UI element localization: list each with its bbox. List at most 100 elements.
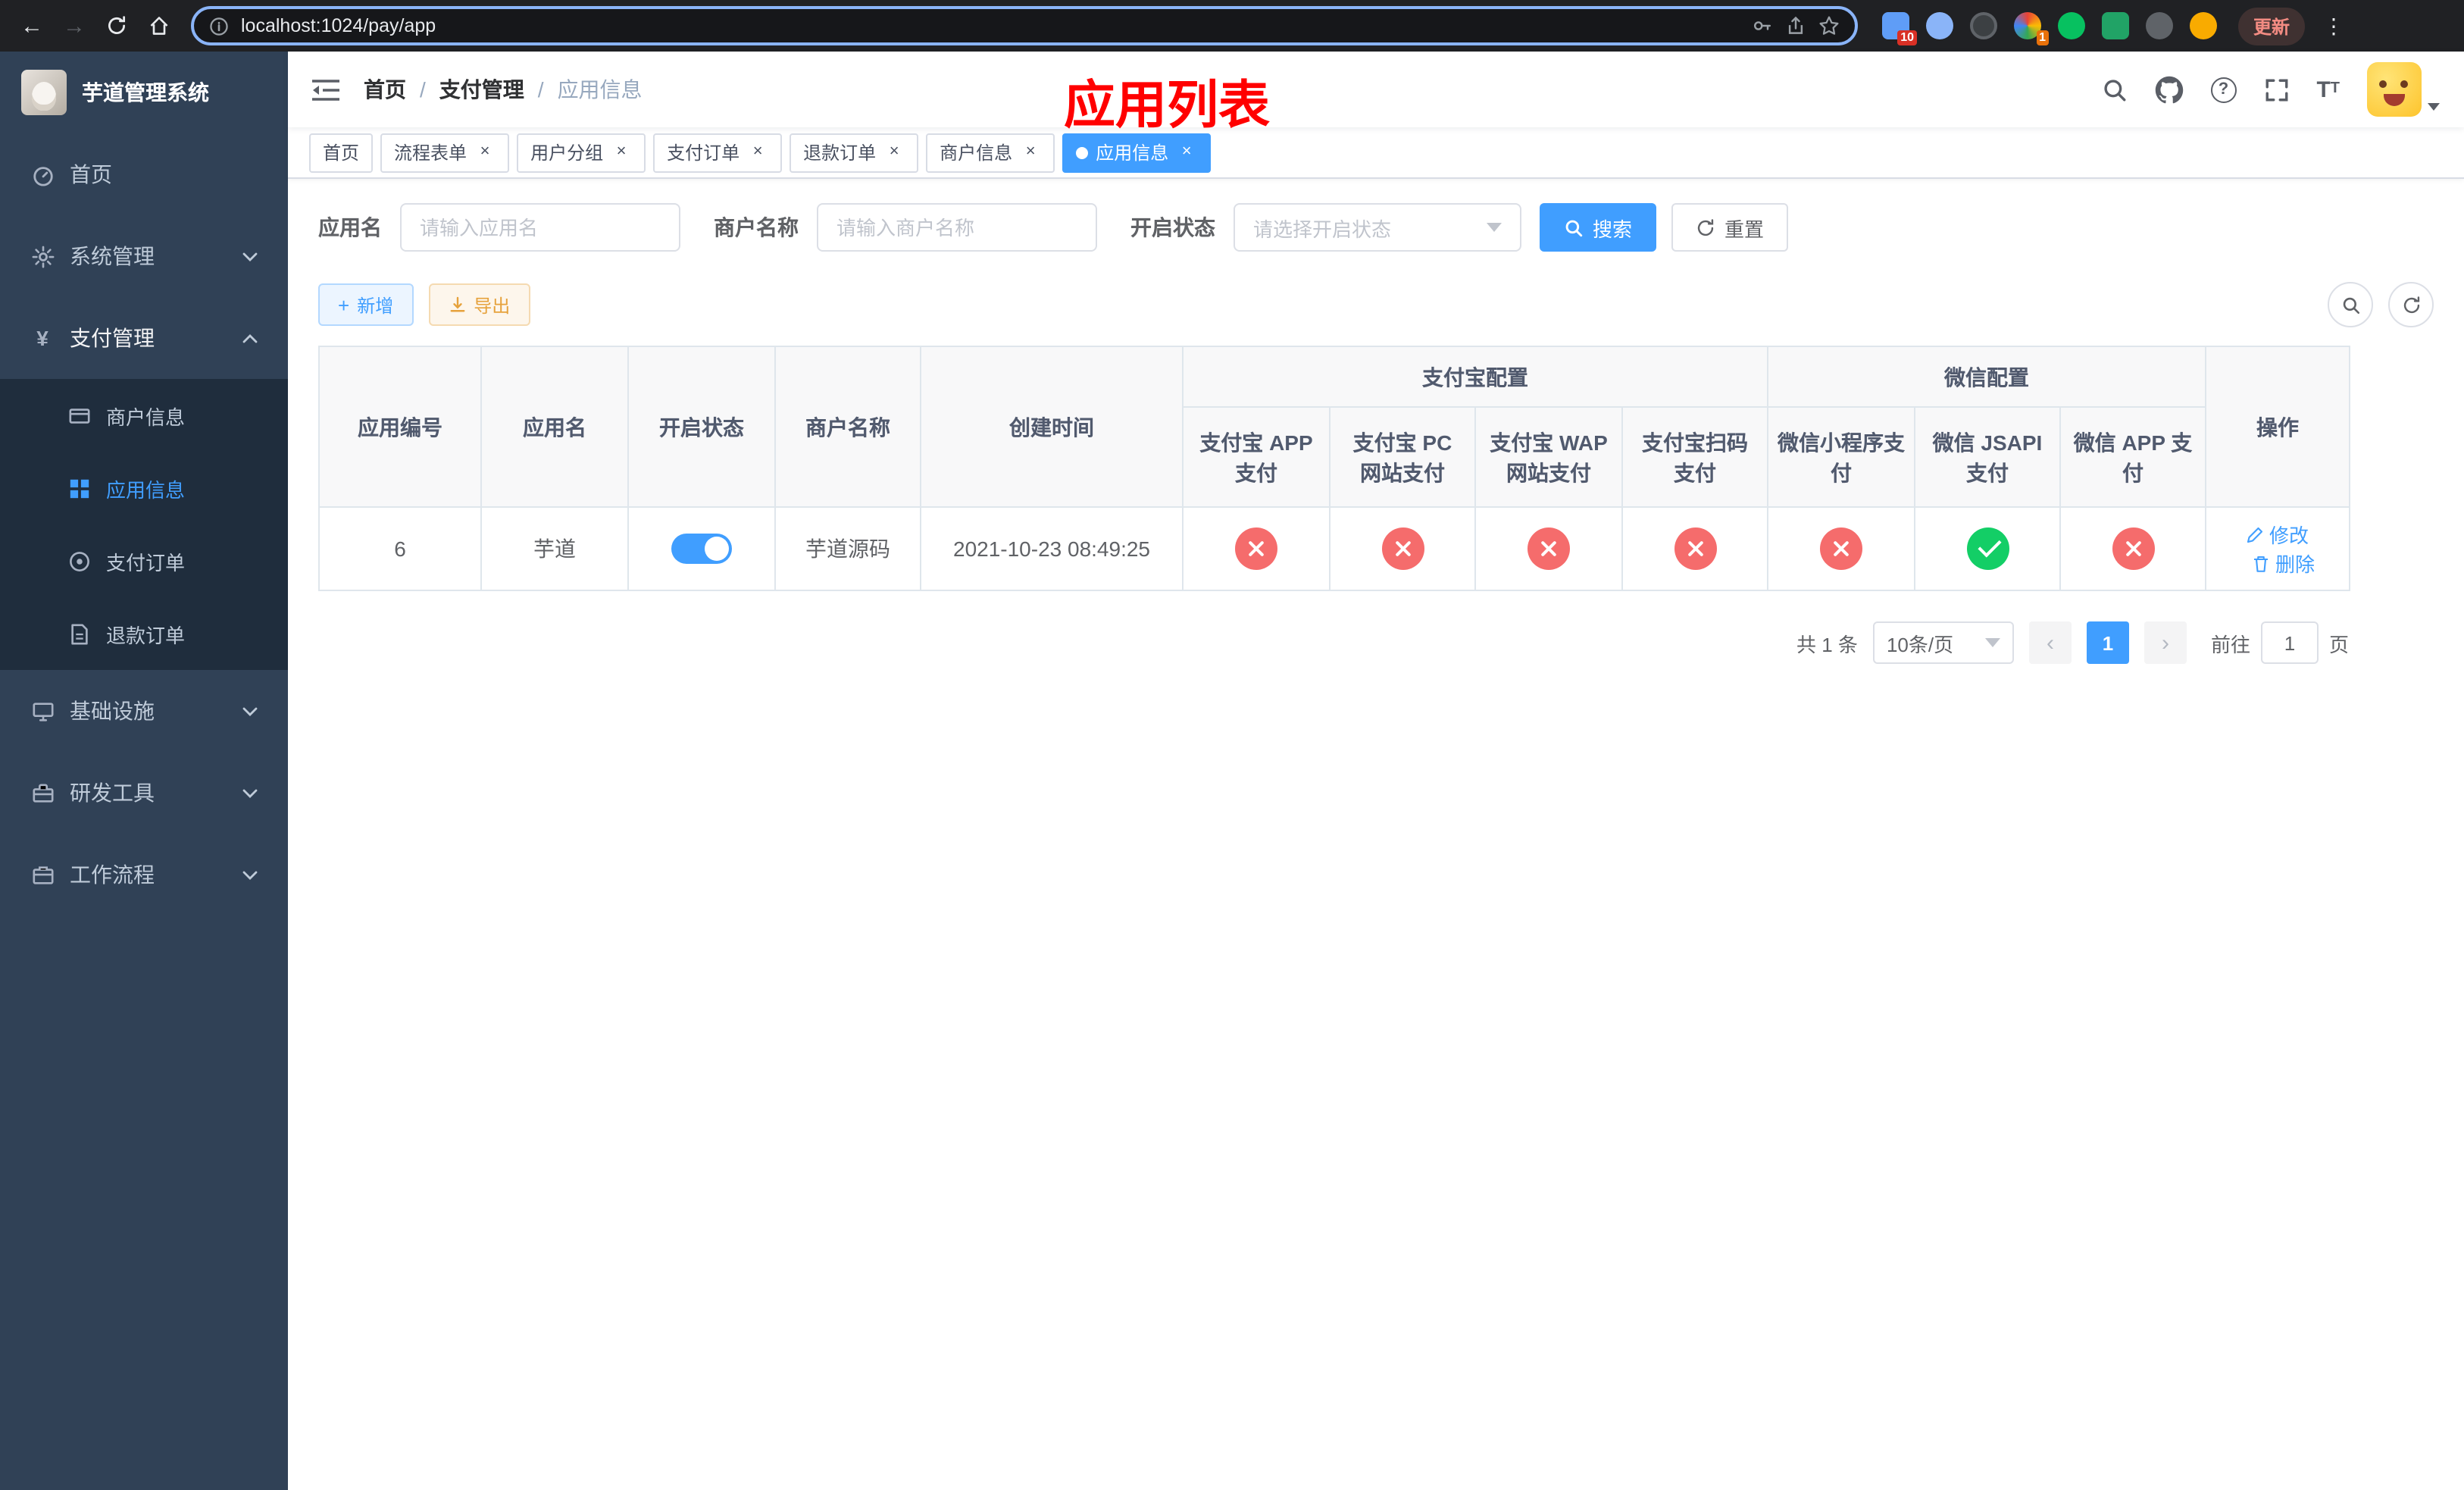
extension-icon-2[interactable] bbox=[1926, 12, 1953, 39]
toggle-search-button[interactable] bbox=[2328, 282, 2373, 327]
page-size-select[interactable]: 10条/页 bbox=[1872, 621, 2014, 664]
export-button[interactable]: 导出 bbox=[428, 283, 530, 326]
tab-refund-order[interactable]: 退款订单 × bbox=[790, 133, 919, 172]
help-icon[interactable]: ? bbox=[2210, 77, 2237, 102]
site-info-icon[interactable] bbox=[209, 16, 229, 36]
close-icon[interactable]: × bbox=[747, 142, 768, 163]
sidebar-item-infrastructure[interactable]: 基础设施 bbox=[0, 670, 288, 752]
browser-menu-icon[interactable]: ⋮ bbox=[2320, 13, 2347, 39]
sidebar-item-payment[interactable]: ¥ 支付管理 bbox=[0, 297, 288, 379]
tab-home[interactable]: 首页 bbox=[309, 133, 374, 172]
address-bar[interactable]: localhost:1024/pay/app bbox=[191, 6, 1858, 45]
disabled-icon bbox=[1674, 527, 1716, 570]
reset-button-label: 重置 bbox=[1724, 218, 1765, 240]
header-search-icon[interactable] bbox=[2101, 77, 2127, 102]
tab-label: 应用信息 bbox=[1096, 142, 1169, 164]
breadcrumb-payment[interactable]: 支付管理 bbox=[439, 74, 524, 105]
add-button-label: 新增 bbox=[357, 295, 394, 316]
sidebar-item-dev-tools[interactable]: 研发工具 bbox=[0, 752, 288, 834]
logo-avatar bbox=[21, 70, 67, 115]
close-icon[interactable]: × bbox=[883, 142, 905, 163]
tab-pay-order[interactable]: 支付订单 × bbox=[653, 133, 783, 172]
tab-merchant-info[interactable]: 商户信息 × bbox=[926, 133, 1055, 172]
col-wechat-jsapi: 微信 JSAPI 支付 bbox=[1914, 406, 2061, 508]
search-icon bbox=[2342, 296, 2359, 314]
delete-link[interactable]: 删除 bbox=[2253, 549, 2315, 578]
font-size-icon[interactable]: TT bbox=[2316, 78, 2340, 101]
col-wechat-app: 微信 APP 支付 bbox=[2059, 406, 2206, 508]
search-button[interactable]: 搜索 bbox=[1540, 203, 1657, 252]
page-number-1[interactable]: 1 bbox=[2086, 621, 2129, 664]
tab-user-group[interactable]: 用户分组 × bbox=[517, 133, 646, 172]
next-page-button[interactable]: › bbox=[2143, 621, 2187, 664]
sidebar-item-app-info[interactable]: 应用信息 bbox=[0, 452, 288, 524]
grid-icon bbox=[67, 476, 91, 500]
add-button[interactable]: + 新增 bbox=[318, 283, 414, 326]
share-icon[interactable] bbox=[1785, 15, 1806, 36]
pencil-icon bbox=[2247, 526, 2264, 543]
app-name-input[interactable] bbox=[400, 203, 680, 252]
refresh-icon bbox=[2403, 296, 2419, 313]
tags-view: 首页 流程表单 × 用户分组 × 支付订单 × 退款订单 × 商户信息 × 应用信息 × bbox=[288, 127, 2464, 179]
breadcrumb-home[interactable]: 首页 bbox=[364, 74, 406, 105]
extension-icon-3[interactable] bbox=[1970, 12, 1997, 39]
merchant-name-input[interactable] bbox=[817, 203, 1097, 252]
tab-label: 退款订单 bbox=[803, 142, 877, 164]
total-count: 共 1 条 bbox=[1796, 633, 1858, 656]
disabled-icon bbox=[1820, 527, 1862, 570]
extension-icon-7[interactable] bbox=[2146, 12, 2173, 39]
tab-process-form[interactable]: 流程表单 × bbox=[380, 133, 510, 172]
status-label: 开启状态 bbox=[1130, 215, 1215, 239]
tab-label: 流程表单 bbox=[394, 142, 467, 164]
browser-reload-button[interactable] bbox=[97, 6, 136, 45]
close-icon[interactable]: × bbox=[1020, 142, 1041, 163]
user-menu[interactable] bbox=[2367, 62, 2440, 117]
status-toggle[interactable] bbox=[671, 534, 732, 564]
browser-back-button[interactable]: ← bbox=[12, 6, 52, 45]
sidebar-item-label: 系统管理 bbox=[70, 244, 155, 268]
close-icon[interactable]: × bbox=[1176, 142, 1197, 163]
prev-page-button[interactable]: ‹ bbox=[2028, 621, 2072, 664]
bookmark-star-icon[interactable] bbox=[1818, 15, 1840, 36]
pagination: 共 1 条 10条/页 ‹ 1 › 前往 页 bbox=[318, 621, 2349, 664]
close-icon[interactable]: × bbox=[474, 142, 496, 163]
sidebar-item-workflow[interactable]: 工作流程 bbox=[0, 834, 288, 916]
col-actions: 操作 bbox=[2205, 346, 2350, 508]
goto-page-input[interactable] bbox=[2260, 621, 2319, 664]
github-icon[interactable] bbox=[2154, 75, 2183, 104]
extension-icon-6[interactable] bbox=[2102, 12, 2129, 39]
extension-icon-4[interactable]: 1 bbox=[2014, 12, 2049, 45]
tab-app-info[interactable]: 应用信息 × bbox=[1062, 133, 1212, 172]
password-key-icon[interactable] bbox=[1752, 15, 1773, 36]
navbar: 首页 / 支付管理 / 应用信息 ? T T bbox=[288, 52, 2464, 127]
monitor-icon bbox=[30, 699, 55, 723]
extension-icon-5[interactable] bbox=[2058, 12, 2085, 39]
fullscreen-icon[interactable] bbox=[2263, 77, 2289, 102]
page-size-value: 10条/页 bbox=[1886, 633, 1954, 656]
extension-icon-8[interactable] bbox=[2190, 12, 2217, 39]
browser-forward-button[interactable]: → bbox=[55, 6, 94, 45]
close-icon[interactable]: × bbox=[611, 142, 632, 163]
tab-label: 商户信息 bbox=[940, 142, 1013, 164]
cell-app-name: 芋道 bbox=[480, 506, 629, 591]
sidebar-item-pay-order[interactable]: 支付订单 bbox=[0, 524, 288, 597]
browser-home-button[interactable] bbox=[139, 6, 179, 45]
sidebar-item-system[interactable]: 系统管理 bbox=[0, 215, 288, 297]
sidebar-item-merchant-info[interactable]: 商户信息 bbox=[0, 379, 288, 452]
col-group-alipay: 支付宝配置 bbox=[1182, 346, 1768, 408]
sidebar-item-home[interactable]: 首页 bbox=[0, 133, 288, 215]
table-row: 6 芋道 芋道源码 2021-10-23 08:49:25 修改 删除 bbox=[318, 506, 2350, 591]
extension-icon-1[interactable]: 10 bbox=[1882, 12, 1917, 45]
sidebar-logo[interactable]: 芋道管理系统 bbox=[0, 52, 288, 133]
caret-down-icon bbox=[2428, 103, 2440, 111]
browser-update-button[interactable]: 更新 bbox=[2238, 7, 2306, 45]
sidebar-fold-icon[interactable] bbox=[312, 78, 339, 101]
sidebar-item-refund-order[interactable]: 退款订单 bbox=[0, 597, 288, 670]
status-select[interactable]: 请选择开启状态 bbox=[1234, 203, 1521, 252]
refresh-table-button[interactable] bbox=[2388, 282, 2434, 327]
search-button-label: 搜索 bbox=[1593, 218, 1633, 240]
reset-button[interactable]: 重置 bbox=[1671, 203, 1789, 252]
active-dot bbox=[1076, 146, 1089, 158]
edit-link[interactable]: 修改 bbox=[2247, 520, 2309, 549]
goto-suffix: 页 bbox=[2328, 633, 2349, 656]
